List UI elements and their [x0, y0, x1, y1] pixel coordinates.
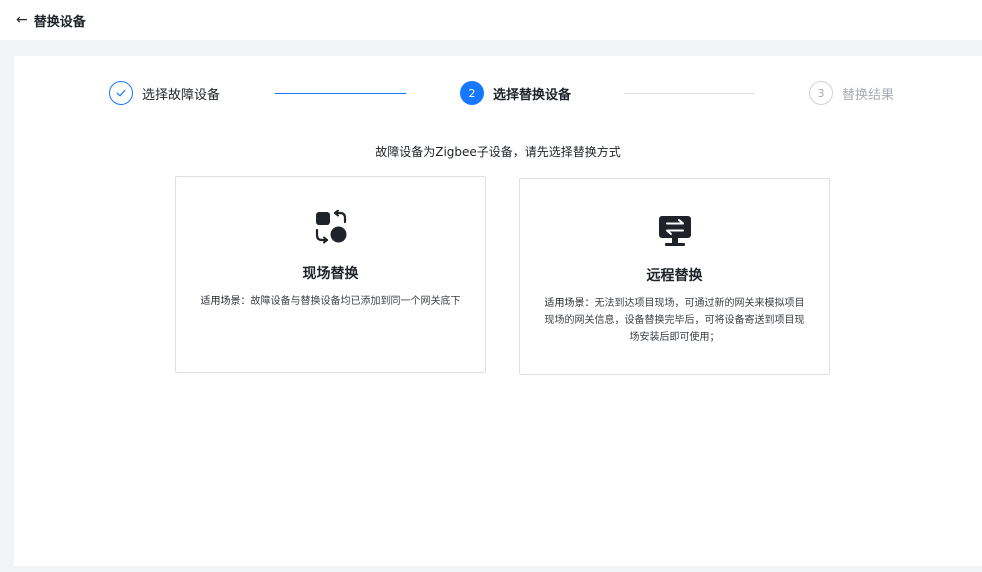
step-number: 2 [460, 81, 484, 105]
card-description: 适用场景：故障设备与替换设备均已添加到同一个网关底下 [200, 293, 461, 310]
step-select-replacement-device: 2 选择替换设备 [460, 81, 571, 105]
card-description: 适用场景：无法到达项目现场，可通过新的网关来模拟项目现场的网关信息，设备替换完毕… [542, 295, 807, 346]
step-label: 选择替换设备 [493, 87, 572, 103]
desc-prefix: 适用场景： [200, 296, 251, 307]
monitor-swap-icon [657, 214, 693, 252]
step-number: 3 [809, 81, 833, 105]
top-bar: ← 替换设备 [0, 0, 982, 40]
page-title: 替换设备 [33, 14, 86, 30]
desc-prefix: 适用场景： [544, 298, 595, 309]
back-button[interactable]: ← 替换设备 [16, 11, 86, 30]
main-panel: 选择故障设备 2 选择替换设备 3 替换结果 故障设备为Zigbee子设备，请先… [14, 56, 982, 566]
step-done-circle [109, 81, 133, 105]
remote-replace-card[interactable]: 远程替换 适用场景：无法到达项目现场，可通过新的网关来模拟项目现场的网关信息，设… [519, 178, 830, 375]
onsite-replace-card[interactable]: 现场替换 适用场景：故障设备与替换设备均已添加到同一个网关底下 [175, 176, 486, 373]
step-label: 选择故障设备 [142, 87, 221, 103]
step-connector-completed [275, 93, 406, 94]
step-label: 替换结果 [842, 87, 895, 103]
step-connector-pending [624, 93, 755, 94]
arrow-left-icon[interactable]: ← [16, 13, 28, 27]
step-replacement-result: 3 替换结果 [809, 81, 894, 105]
step-select-faulty-device: 选择故障设备 [109, 81, 220, 105]
check-icon [116, 89, 126, 97]
card-title: 现场替换 [302, 266, 359, 282]
instruction-text: 故障设备为Zigbee子设备，请先选择替换方式 [375, 145, 621, 159]
desc-text: 故障设备与替换设备均已添加到同一个网关底下 [250, 296, 461, 307]
card-title: 远程替换 [646, 268, 703, 284]
swap-shapes-icon [314, 209, 348, 248]
